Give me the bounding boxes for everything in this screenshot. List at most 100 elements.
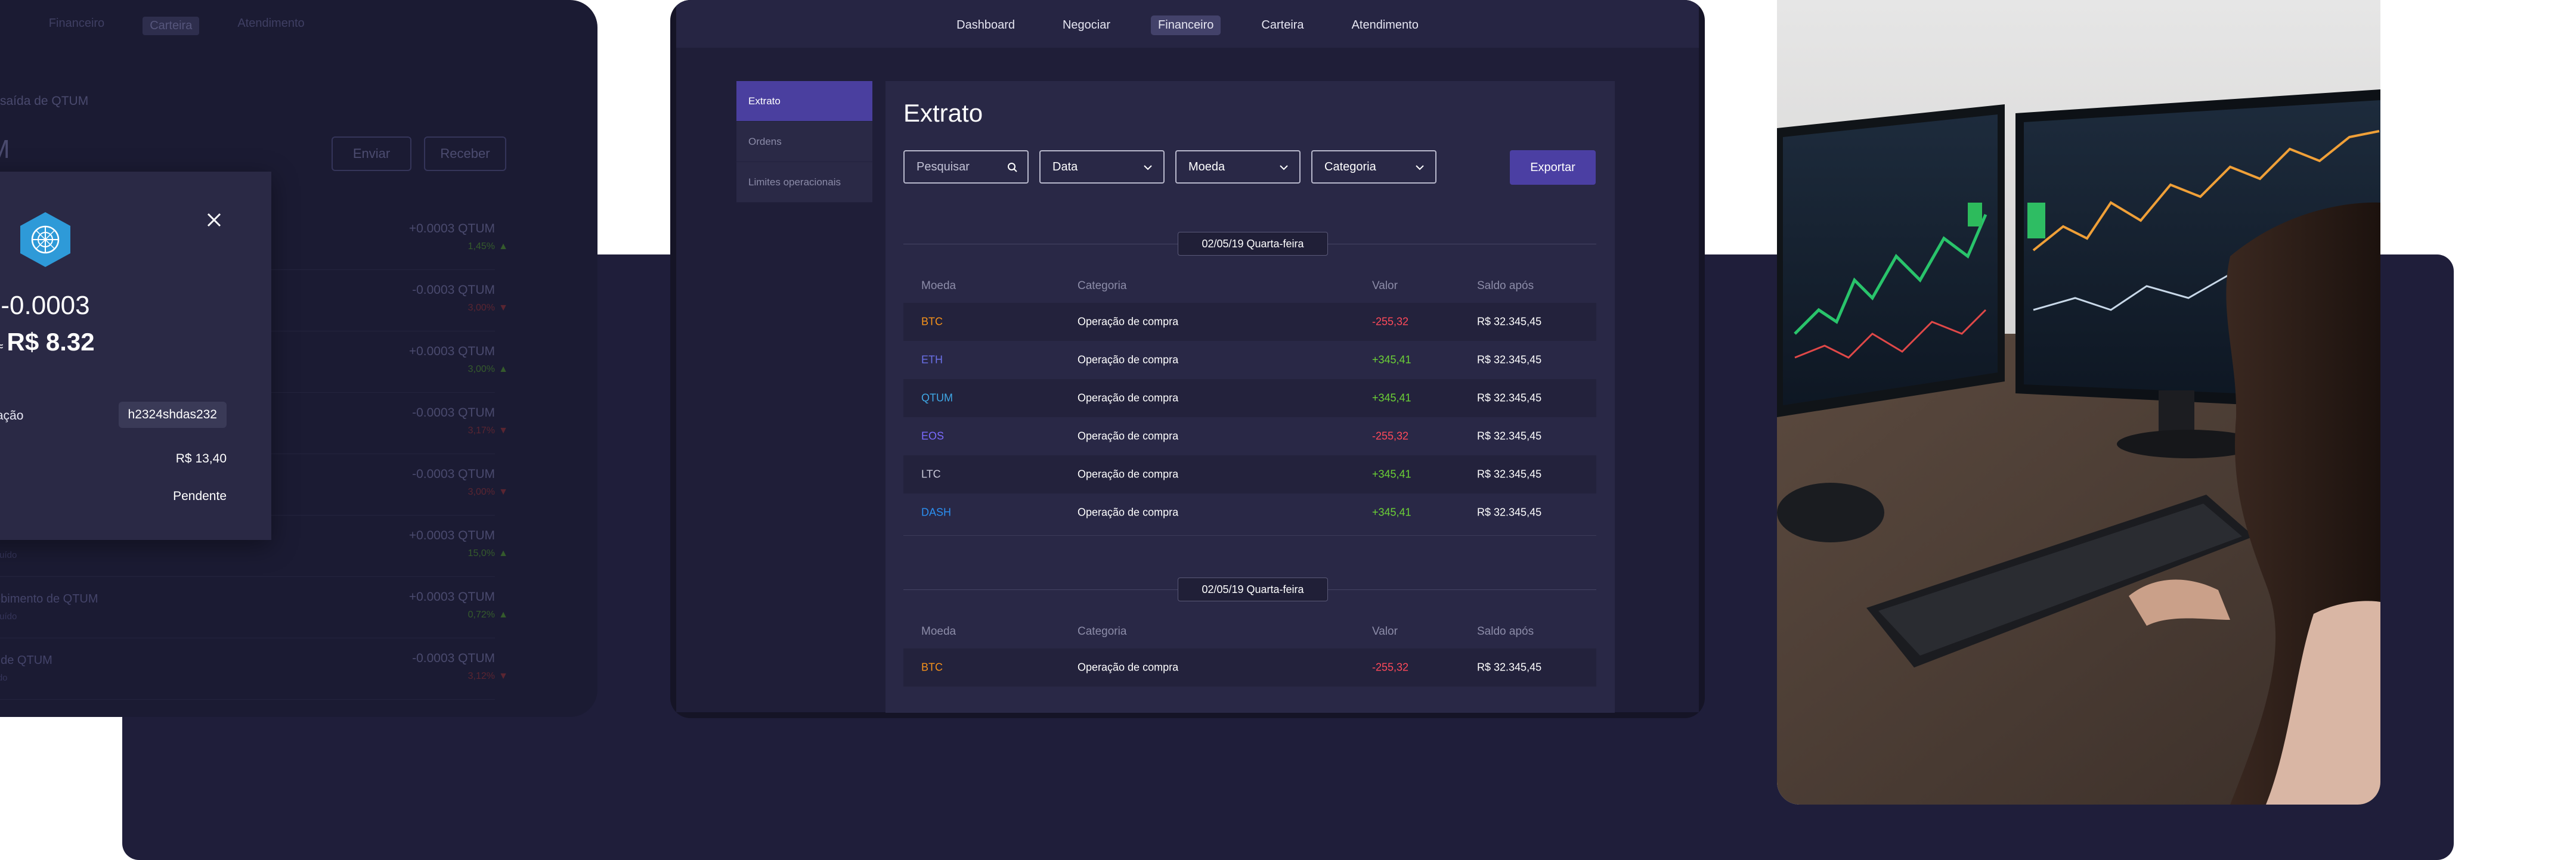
category-cell: Operação de compra [1078, 315, 1179, 328]
column-header: Valor [1372, 625, 1398, 638]
category-filter-select[interactable]: Categoria [1311, 150, 1436, 184]
chevron-down-icon [1279, 162, 1289, 172]
table-row[interactable]: BTC Operação de compra -255,32 R$ 32.345,45 [903, 303, 1596, 341]
sidebar-item-limites[interactable]: Limites operacionais [736, 162, 872, 203]
value-cell: +345,41 [1372, 506, 1411, 519]
tx-label: ansação [0, 409, 24, 423]
transaction-detail-modal: -0.0003 ≈ R$ 8.32 ansação h2324shdas232 R… [0, 172, 271, 540]
nav-item-carteira[interactable]: Carteira [1254, 15, 1311, 35]
trader-at-monitors-image [1777, 0, 2380, 805]
category-cell: Operação de compra [1078, 430, 1179, 442]
category-cell: Operação de compra [1078, 506, 1179, 519]
table-divider [903, 535, 1596, 536]
column-header: Saldo após [1477, 625, 1534, 638]
table-row[interactable]: LTC Operação de compra +345,41 R$ 32.345,45 [903, 455, 1596, 493]
row-change-percent: 3,12% [467, 671, 495, 681]
modal-tx-row: ansação h2324shdas232 [0, 402, 227, 428]
close-icon[interactable] [205, 210, 224, 229]
row-amount: +0.0003 QTUM [408, 344, 495, 358]
balance-cell: R$ 32.345,45 [1477, 468, 1542, 480]
row-change-percent: 15,0% [467, 548, 495, 558]
balance-cell: R$ 32.345,45 [1477, 353, 1542, 366]
row-change-percent: 3,00% [467, 303, 495, 313]
date-filter-select[interactable]: Data [1039, 150, 1165, 184]
triangle-up-icon: ▲ [499, 364, 508, 374]
triangle-up-icon: ▲ [499, 610, 508, 620]
table-row[interactable]: ETH Operação de compra +345,41 R$ 32.345,45 [903, 341, 1596, 379]
search-input[interactable]: Pesquisar [903, 150, 1029, 184]
center-app-window: Dashboard Negociar Financeiro Carteira Atend… [670, 0, 1705, 718]
coin-cell: LTC [921, 468, 941, 480]
nav-item-financeiro[interactable]: Financeiro [1151, 15, 1221, 35]
row-change-percent: 1,45% [467, 241, 495, 252]
value-cell: -255,32 [1372, 661, 1409, 673]
date-separator: 02/05/19 Quarta-feira [903, 232, 1596, 256]
table-row[interactable]: BTC Operação de compra -255,32 R$ 32.345,45 [903, 648, 1596, 687]
nav-item-dashboard[interactable]: Dashboard [949, 15, 1022, 35]
nav-item-active[interactable]: Carteira [143, 17, 200, 35]
triangle-down-icon: ▼ [499, 303, 508, 313]
approx-symbol: ≈ [0, 339, 3, 353]
sidebar-item-ordens[interactable]: Ordens [736, 122, 872, 162]
coin-cell: ETH [921, 353, 943, 366]
coin-cell: DASH [921, 506, 952, 519]
row-amount: +0.0003 QTUM [408, 529, 495, 542]
statement-panel: Extrato Pesquisar Data Moeda Categoria E… [886, 81, 1615, 713]
row-amount: -0.0003 QTUM [412, 651, 495, 665]
row-name: cebimento de QTUM [0, 592, 98, 606]
modal-brl-value: ≈ R$ 8.32 [0, 328, 114, 356]
row-change-percent: 3,00% [467, 364, 495, 374]
column-header: Categoria [1078, 625, 1127, 638]
balance-cell: R$ 32.345,45 [1477, 315, 1542, 328]
row-amount: +0.0003 QTUM [408, 222, 495, 235]
list-item[interactable]: cebimento de QTUM ncluído +0.0003 QTUM 0,72… [0, 577, 508, 638]
table-row[interactable]: EOS Operação de compra -255,32 R$ 32.345,45 [903, 417, 1596, 455]
triangle-down-icon: ▼ [499, 671, 508, 681]
export-button[interactable]: Exportar [1510, 150, 1596, 185]
list-item[interactable]: io de QTUM luído -0.0003 QTUM 3,12% ▼ [0, 638, 508, 700]
nav-item-negociar[interactable]: Negociar [1055, 15, 1117, 35]
modal-status-row: 45 Pendente [0, 489, 227, 504]
table-row[interactable]: QTUM Operação de compra +345,41 R$ 32.345,4… [903, 379, 1596, 417]
modal-amount: -0.0003 [1, 291, 90, 320]
category-cell: Operação de compra [1078, 353, 1179, 366]
category-cell: Operação de compra [1078, 392, 1179, 404]
page-title: Extrato [903, 99, 983, 127]
send-button[interactable]: Enviar [332, 136, 411, 171]
left-top-nav: ar Financeiro Carteira Atendimento [0, 17, 305, 35]
nav-item-atendimento[interactable]: Atendimento [1345, 15, 1426, 35]
category-cell: Operação de compra [1078, 468, 1179, 480]
coin-cell: QTUM [921, 392, 953, 404]
row-amount: +0.0003 QTUM [408, 590, 495, 604]
brl-amount: R$ 8.32 [7, 328, 95, 356]
receive-button[interactable]: Receber [424, 136, 506, 171]
value-cell: +345,41 [1372, 392, 1411, 404]
balance-cell: R$ 32.345,45 [1477, 392, 1542, 404]
statement-table: Moeda Categoria Valor Saldo após BTC Operação… [903, 615, 1596, 687]
nav-item[interactable]: Atendimento [237, 17, 304, 35]
triangle-down-icon: ▼ [499, 426, 508, 436]
triangle-up-icon: ▲ [499, 548, 508, 558]
tx-hash[interactable]: h2324shdas232 [118, 402, 227, 428]
chevron-down-icon [1143, 162, 1153, 172]
search-placeholder: Pesquisar [917, 160, 970, 173]
coin-filter-select[interactable]: Moeda [1175, 150, 1301, 184]
column-header: Saldo após [1477, 280, 1534, 292]
app-body: Extrato Ordens Limites operacionais Extr… [676, 48, 1699, 713]
nav-item[interactable]: Financeiro [49, 17, 104, 35]
date-chip: 02/05/19 Quarta-feira [1178, 578, 1328, 601]
triangle-down-icon: ▼ [499, 487, 508, 497]
table-row[interactable]: DASH Operação de compra +345,41 R$ 32.345,4… [903, 493, 1596, 532]
value-cell: +345,41 [1372, 353, 1411, 366]
sidebar-item-extrato[interactable]: Extrato [736, 81, 872, 122]
value-cell: +345,41 [1372, 468, 1411, 480]
qtum-hexagon-icon [18, 211, 73, 268]
filter-label: Moeda [1188, 160, 1225, 173]
column-header: Moeda [921, 625, 956, 638]
row-status: luído [0, 673, 8, 683]
column-header: Moeda [921, 280, 956, 292]
row-amount: -0.0003 QTUM [412, 467, 495, 481]
sidebar: Extrato Ordens Limites operacionais [736, 81, 872, 203]
row-amount: -0.0003 QTUM [412, 283, 495, 297]
balance-cell: R$ 32.345,45 [1477, 430, 1542, 442]
